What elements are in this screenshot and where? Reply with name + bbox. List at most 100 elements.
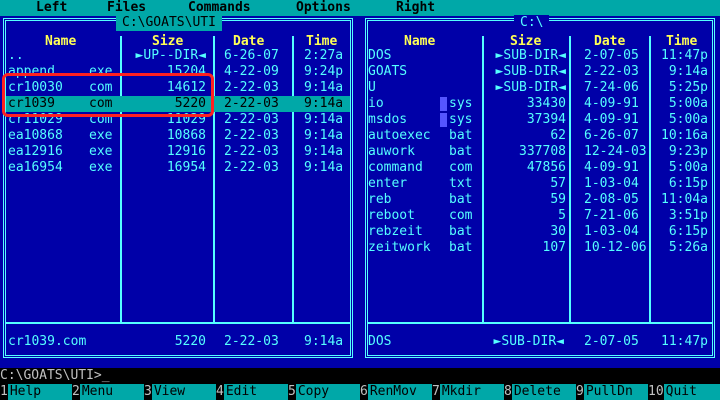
file-time: 11:04a <box>661 192 708 207</box>
file-name: zeitwork <box>368 240 431 255</box>
file-row[interactable]: GOATS ►SUB-DIR◄ 2-22-03 9:14a <box>362 64 718 80</box>
status-time: 11:47p <box>661 334 708 349</box>
function-key-edit[interactable]: 4 Edit <box>216 384 288 400</box>
status-size: ►SUB-DIR◄ <box>493 334 564 349</box>
file-name: autoexec <box>368 128 431 143</box>
file-row[interactable]: U ►SUB-DIR◄ 7-24-06 5:25p <box>362 80 718 96</box>
file-date: 7-24-06 <box>584 80 639 95</box>
function-key-view[interactable]: 3 View <box>144 384 216 400</box>
file-size: ►UP--DIR◄ <box>135 48 206 63</box>
function-key-number: 1 <box>0 384 8 399</box>
left-panel[interactable]: C:\GOATS\UTI Name Size Date Time .. ►UP--… <box>0 15 356 360</box>
file-date: 1-03-04 <box>584 224 639 239</box>
file-time: 9:14a <box>304 112 344 127</box>
function-key-number: 10 <box>648 384 664 399</box>
file-size: ►SUB-DIR◄ <box>495 64 566 79</box>
command-line[interactable]: C:\GOATS\UTI>_ <box>0 368 720 384</box>
function-key-quit[interactable]: 10 Quit <box>648 384 720 400</box>
file-ext: txt <box>449 176 473 191</box>
function-key-number: 7 <box>432 384 440 399</box>
function-key-mkdir[interactable]: 7 Mkdir <box>432 384 504 400</box>
file-time: 5:26a <box>668 240 708 255</box>
file-name: command <box>368 160 423 175</box>
file-date: 2-07-05 <box>584 48 639 63</box>
function-key-label: PullDn <box>583 384 648 400</box>
file-date: 2-22-03 <box>224 96 279 111</box>
file-row[interactable]: DOS ►SUB-DIR◄ 2-07-05 11:47p <box>362 48 718 64</box>
file-date: 4-09-91 <box>584 160 639 175</box>
file-row[interactable]: ea10868 exe 10868 2-22-03 9:14a <box>0 128 356 144</box>
file-row[interactable]: reboot com 5 7-21-06 3:51p <box>362 208 718 224</box>
file-size: 33430 <box>526 96 566 111</box>
file-row[interactable]: ea16954 exe 16954 2-22-03 9:14a <box>0 160 356 176</box>
file-time: 5:00a <box>668 96 708 111</box>
menu-left[interactable]: Left <box>36 0 67 16</box>
function-key-help[interactable]: 1 Help <box>0 384 72 400</box>
file-name: enter <box>368 176 408 191</box>
function-key-delete[interactable]: 8 Delete <box>504 384 576 400</box>
file-name: U <box>368 80 376 95</box>
file-row[interactable]: .. ►UP--DIR◄ 6-26-07 2:27a <box>0 48 356 64</box>
function-key-bar: 1 Help 2 Menu 3 View 4 Edit 5 Copy 6 RenMov 7 Mkdir 8 D… <box>0 384 720 400</box>
file-size: 47856 <box>526 160 566 175</box>
function-key-label: Menu <box>79 384 144 400</box>
menu-right[interactable]: Right <box>396 0 435 16</box>
file-time: 5:00a <box>668 112 708 127</box>
file-name: rebzeit <box>368 224 423 239</box>
function-key-renmov[interactable]: 6 RenMov <box>360 384 432 400</box>
file-time: 11:47p <box>661 48 708 63</box>
file-row[interactable]: auwork bat 337708 12-24-03 9:23p <box>362 144 718 160</box>
file-size: 37394 <box>526 112 566 127</box>
file-ext: com <box>449 160 473 175</box>
file-row[interactable]: ea12916 exe 12916 2-22-03 9:14a <box>0 144 356 160</box>
status-size: 5220 <box>174 334 206 349</box>
file-date: 2-22-03 <box>224 160 279 175</box>
function-key-menu[interactable]: 2 Menu <box>72 384 144 400</box>
menu-options[interactable]: Options <box>296 0 351 16</box>
left-panel-path: C:\GOATS\UTI <box>116 15 222 31</box>
file-row[interactable]: zeitwork bat 107 10-12-06 5:26a <box>362 240 718 256</box>
function-key-number: 2 <box>72 384 80 399</box>
file-ext: exe <box>89 160 113 175</box>
file-ext: bat <box>449 240 473 255</box>
file-row[interactable]: autoexec bat 62 6-26-07 10:16a <box>362 128 718 144</box>
file-name: DOS <box>368 48 392 63</box>
function-key-copy[interactable]: 5 Copy <box>288 384 360 400</box>
status-divider <box>367 322 713 324</box>
menu-files[interactable]: Files <box>107 0 146 16</box>
file-time: 9:24p <box>304 64 344 79</box>
file-ext: bat <box>449 128 473 143</box>
file-time: 6:15p <box>668 224 708 239</box>
right-panel[interactable]: C:\ Name Size Date Time DOS ►SUB-DIR◄ 2-07… <box>362 15 718 360</box>
file-row[interactable]: reb bat 59 2-08-05 11:04a <box>362 192 718 208</box>
file-name: auwork <box>368 144 415 159</box>
function-key-label: Edit <box>223 384 288 400</box>
file-date: 1-03-04 <box>584 176 639 191</box>
file-row[interactable]: msdos sys 37394 4-09-91 5:00a <box>362 112 718 128</box>
function-key-number: 5 <box>288 384 296 399</box>
function-key-number: 9 <box>576 384 584 399</box>
file-date: 4-22-09 <box>224 64 279 79</box>
file-list: DOS ►SUB-DIR◄ 2-07-05 11:47p GOATS ►SUB-DIR◄ 2… <box>362 48 718 256</box>
file-time: 9:14a <box>304 128 344 143</box>
file-date: 2-22-03 <box>224 128 279 143</box>
file-ext: bat <box>449 144 473 159</box>
file-time: 9:14a <box>304 144 344 159</box>
status-name: cr1039.com <box>8 334 87 349</box>
file-row[interactable]: rebzeit bat 30 1-03-04 6:15p <box>362 224 718 240</box>
file-time: 9:14a <box>304 80 344 95</box>
file-row[interactable]: io sys 33430 4-09-91 5:00a <box>362 96 718 112</box>
file-name: .. <box>8 48 24 63</box>
file-row[interactable]: enter txt 57 1-03-04 6:15p <box>362 176 718 192</box>
file-ext: exe <box>89 128 113 143</box>
function-key-pulldn[interactable]: 9 PullDn <box>576 384 648 400</box>
file-date: 4-09-91 <box>584 112 639 127</box>
file-time: 10:16a <box>661 128 708 143</box>
file-date: 6-26-07 <box>584 128 639 143</box>
annotation-highlight-box <box>2 73 214 117</box>
file-time: 9:23p <box>668 144 708 159</box>
file-name: msdos <box>368 112 408 127</box>
file-size: 10868 <box>166 128 206 143</box>
file-row[interactable]: command com 47856 4-09-91 5:00a <box>362 160 718 176</box>
menu-commands[interactable]: Commands <box>188 0 251 16</box>
